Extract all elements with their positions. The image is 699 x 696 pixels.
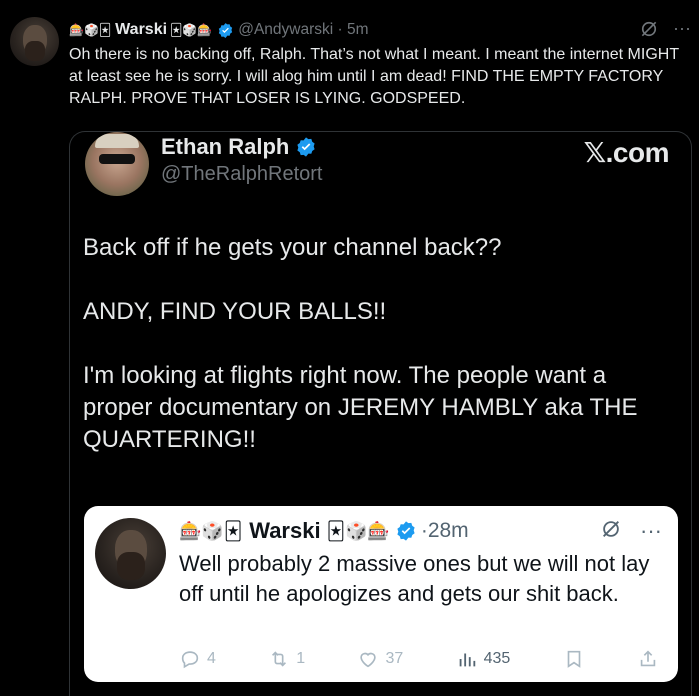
avatar-glasses: [99, 154, 135, 164]
views-icon: [459, 653, 475, 667]
verified-icon: [219, 22, 233, 38]
inner-quoted-tweet[interactable]: 🎰🎲🃏 Warski 🃏🎲🎰 ·28m ··· Well probably 2 …: [84, 506, 678, 682]
quoted-name-row: Ethan Ralph: [161, 134, 321, 160]
name-emoji-left: 🎰🎲🃏: [179, 521, 243, 541]
heart-icon: [360, 652, 377, 668]
repost-button[interactable]: 1: [268, 648, 305, 670]
tweet-header: 🎰🎲🃏 Warski 🃏🎲🎰 @Andywarski · 5m: [69, 19, 369, 41]
views-button[interactable]: 435: [456, 648, 511, 670]
bookmark-button[interactable]: [563, 648, 585, 670]
like-button[interactable]: 37: [357, 648, 403, 670]
x-logo: 𝕏.com: [583, 137, 670, 168]
quoted-handle[interactable]: @TheRalphRetort: [161, 163, 322, 186]
reply-button[interactable]: 4: [179, 648, 216, 670]
grok-icon[interactable]: [600, 518, 622, 540]
views-count: 435: [483, 650, 511, 667]
inner-author-avatar[interactable]: [95, 518, 166, 589]
repost-count: 1: [296, 650, 306, 667]
name-emoji-right: 🃏🎲🎰: [326, 521, 390, 541]
display-name[interactable]: Warski: [115, 21, 167, 39]
inner-display-name[interactable]: Warski: [249, 518, 320, 544]
reply-count: 4: [207, 650, 216, 667]
quoted-card[interactable]: Ethan Ralph @TheRalphRetort 𝕏.com Back o…: [69, 131, 692, 696]
avatar-beard: [25, 41, 45, 61]
inner-text: Well probably 2 massive ones but we will…: [179, 551, 656, 606]
more-icon[interactable]: ···: [673, 18, 691, 39]
name-emoji-right: 🃏🎲🎰: [170, 23, 213, 37]
inner-header: 🎰🎲🃏 Warski 🃏🎲🎰 ·28m: [179, 516, 469, 546]
handle-and-time[interactable]: @Andywarski · 5m: [238, 21, 368, 39]
quoted-display-name[interactable]: Ethan Ralph: [161, 134, 289, 160]
author-avatar[interactable]: [10, 17, 59, 66]
grok-icon[interactable]: [639, 19, 659, 39]
verified-icon: [297, 137, 315, 157]
avatar-cap: [95, 134, 139, 148]
inner-top-icons: ···: [600, 518, 662, 544]
action-bar: 4 1 37 435: [179, 648, 659, 670]
share-icon: [640, 650, 656, 667]
tweet-text: Oh there is no backing off, Ralph. That’…: [69, 46, 684, 107]
like-count: 37: [385, 650, 404, 667]
bookmark-icon: [567, 650, 580, 668]
verified-icon: [397, 521, 415, 541]
quoted-author-avatar[interactable]: [85, 132, 149, 196]
reply-icon: [181, 651, 199, 669]
inner-time[interactable]: ·28m: [421, 519, 469, 543]
repost-icon: [272, 651, 287, 667]
tweet-top-icons: ···: [639, 18, 691, 39]
more-icon[interactable]: ···: [640, 518, 662, 544]
share-button[interactable]: [637, 648, 659, 670]
quoted-text: Back off if he gets your channel back?? …: [83, 234, 638, 453]
avatar-beard: [117, 552, 145, 580]
name-emoji-left: 🎰🎲🃏: [69, 23, 112, 37]
